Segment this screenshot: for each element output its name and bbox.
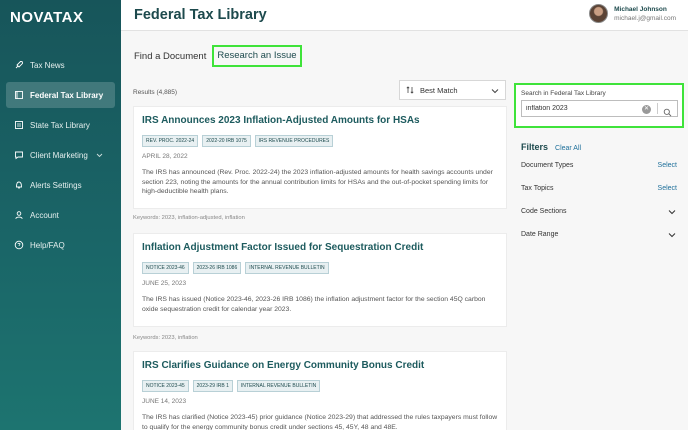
result-title[interactable]: IRS Clarifies Guidance on Energy Communi… (142, 360, 498, 371)
result-date: JUNE 14, 2023 (142, 398, 187, 405)
avatar[interactable] (589, 4, 609, 23)
result-summary: The IRS has clarified (Notice 2023-45) p… (142, 414, 498, 430)
result-title[interactable]: Inflation Adjustment Factor Issued for S… (142, 242, 498, 253)
result-date: APRIL 28, 2022 (142, 153, 188, 160)
sidebar-item-label: Client Marketing (30, 150, 88, 160)
result-tags: NOTICE 2023-46 2023-26 IRB 1086 INTERNAL… (142, 262, 498, 274)
book-icon (14, 90, 24, 100)
result-keywords: Keywords: 2023, inflation (133, 335, 198, 341)
result-tag[interactable]: REV. PROC. 2022-24 (142, 135, 199, 147)
search-input[interactable] (522, 101, 642, 116)
chevron-down-icon[interactable] (668, 209, 676, 217)
result-tag[interactable]: NOTICE 2023-45 (142, 380, 189, 392)
result-tag[interactable]: 2023-29 IRB 1 (192, 380, 233, 392)
sort-icon (406, 86, 414, 94)
page-title: Federal Tax Library (134, 7, 267, 23)
user-icon (14, 210, 24, 220)
search-field[interactable]: ✕ (521, 100, 678, 117)
sidebar-item-account[interactable]: Account (6, 202, 115, 228)
filters-panel: Filters Clear All Document Types Select … (521, 142, 677, 254)
filter-label: Code Sections (521, 208, 567, 215)
result-tags: NOTICE 2023-45 2023-29 IRB 1 INTERNAL RE… (142, 380, 498, 392)
sidebar-item-state-tax-library[interactable]: State Tax Library (6, 112, 115, 138)
result-date: JUNE 25, 2023 (142, 280, 187, 287)
result-summary: The IRS has announced (Rev. Proc. 2022-2… (142, 169, 493, 195)
chevron-down-icon (491, 87, 499, 96)
chevron-down-icon[interactable] (96, 151, 103, 160)
help-icon (14, 240, 24, 250)
search-label: Search in Federal Tax Library (521, 90, 606, 97)
result-tag[interactable]: 2023-26 IRB 1086 (192, 262, 242, 274)
result-tag[interactable]: 2022-20 IRB 1075 (202, 135, 251, 147)
result-card[interactable]: IRS Clarifies Guidance on Energy Communi… (133, 351, 507, 430)
sidebar-item-label: Account (30, 210, 59, 220)
chat-icon (14, 150, 24, 160)
filter-label: Tax Topics (521, 185, 554, 192)
sidebar-item-help-faq[interactable]: Help/FAQ (6, 232, 115, 258)
bell-icon (14, 180, 24, 190)
sidebar-item-tax-news[interactable]: Tax News (6, 52, 115, 78)
filter-document-types[interactable]: Document Types Select (521, 162, 677, 185)
filter-select-link[interactable]: Select (658, 162, 677, 169)
result-card[interactable]: Inflation Adjustment Factor Issued for S… (133, 233, 507, 327)
filter-label: Date Range (521, 231, 559, 238)
results-count: Results (4,885) (133, 89, 178, 96)
app-logo[interactable]: NOVATAX (10, 9, 84, 26)
result-title[interactable]: IRS Announces 2023 Inflation-Adjusted Am… (142, 115, 498, 126)
search-divider (657, 103, 658, 114)
result-tag[interactable]: INTERNAL REVENUE BULLETIN (245, 262, 329, 274)
sidebar-item-label: State Tax Library (30, 120, 90, 130)
clear-all-filters-link[interactable]: Clear All (555, 145, 581, 152)
filter-label: Document Types (521, 162, 574, 169)
filter-select-link[interactable]: Select (658, 185, 677, 192)
rocket-icon (14, 60, 24, 70)
library-search-panel: Search in Federal Tax Library ✕ (514, 83, 684, 128)
result-tag[interactable]: INTERNAL REVENUE BULLETIN (236, 380, 321, 392)
sidebar-item-label: Tax News (30, 60, 65, 70)
sort-dropdown[interactable]: Best Match (399, 80, 506, 100)
sidebar-item-label: Alerts Settings (30, 180, 82, 190)
sidebar-item-alerts-settings[interactable]: Alerts Settings (6, 172, 115, 198)
chevron-down-icon[interactable] (668, 232, 676, 240)
user-name: Michael Johnson (614, 5, 667, 13)
result-tags: REV. PROC. 2022-24 2022-20 IRB 1075 IRS … (142, 135, 498, 147)
search-icon[interactable] (663, 104, 672, 117)
user-email: michael.j@gmail.com (614, 14, 676, 22)
result-tag[interactable]: NOTICE 2023-46 (142, 262, 189, 274)
filter-tax-topics[interactable]: Tax Topics Select (521, 185, 677, 208)
filter-date-range[interactable]: Date Range (521, 231, 677, 254)
sidebar: NOVATAX Tax News Federal Tax Library Sta… (0, 0, 121, 430)
sort-label: Best Match (420, 85, 458, 95)
tab-research-issue[interactable]: Research an Issue (212, 45, 302, 67)
sidebar-item-federal-tax-library[interactable]: Federal Tax Library (6, 82, 115, 108)
sidebar-item-client-marketing[interactable]: Client Marketing (6, 142, 115, 168)
top-header: Federal Tax Library Michael Johnson mich… (121, 0, 688, 31)
clear-search-icon[interactable]: ✕ (642, 105, 651, 114)
document-icon (14, 120, 24, 130)
result-card[interactable]: IRS Announces 2023 Inflation-Adjusted Am… (133, 106, 507, 209)
sidebar-item-label: Help/FAQ (30, 240, 65, 250)
sidebar-nav: Tax News Federal Tax Library State Tax L… (0, 52, 121, 262)
filter-code-sections[interactable]: Code Sections (521, 208, 677, 231)
result-keywords: Keywords: 2023, inflation-adjusted, infl… (133, 215, 245, 221)
result-summary: The IRS has issued (Notice 2023-46, 2023… (142, 296, 486, 313)
result-tag[interactable]: IRS REVENUE PROCEDURES (254, 135, 334, 147)
search-mode-tabs: Find a Document Research an Issue (134, 45, 308, 67)
filters-title: Filters (521, 142, 549, 152)
tab-find-document[interactable]: Find a Document (134, 51, 206, 62)
sidebar-item-label: Federal Tax Library (30, 90, 104, 100)
user-menu[interactable]: Michael Johnson michael.j@gmail.com (589, 4, 676, 23)
